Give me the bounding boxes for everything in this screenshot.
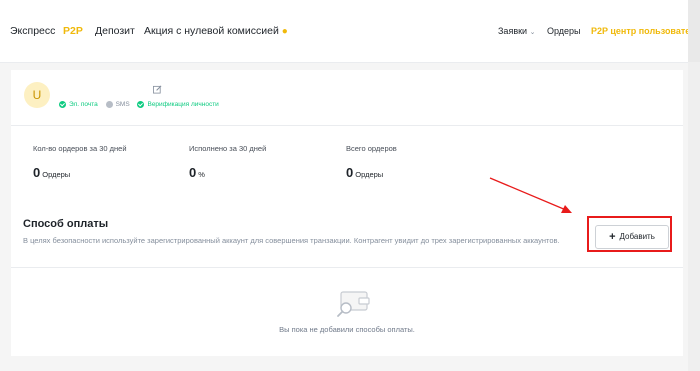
check-icon [137, 101, 145, 108]
page-scrollbar[interactable] [688, 62, 700, 371]
avatar[interactable]: U [24, 82, 50, 108]
stat-unit: Ордеры [42, 170, 71, 179]
nav-zero-fee-label: Акция с нулевой комиссией [144, 25, 279, 37]
payment-divider [11, 267, 683, 268]
fire-icon: ● [281, 26, 288, 37]
stat-label: Всего ордеров [346, 144, 397, 153]
stat-total-orders: Всего ордеров 0 Ордеры [346, 144, 397, 182]
stat-value: 0 [346, 165, 354, 180]
top-navigation: Экспресс P2P Депозит Акция с нулевой ком… [0, 0, 700, 63]
sms-badge-label: SMS [115, 101, 130, 108]
identity-badge: Верификация личности [137, 100, 219, 109]
nav-express[interactable]: Экспресс [10, 24, 55, 38]
empty-state-text: Вы пока не добавили способы оплаты. [279, 325, 415, 334]
user-center-card: U Эл. почта SMS Верификация личности Кол… [11, 70, 683, 356]
stat-unit: % [198, 170, 205, 179]
nav-zero-fee-promo[interactable]: Акция с нулевой комиссией ● [144, 24, 288, 39]
stat-label: Исполнено за 30 дней [189, 144, 267, 153]
payment-methods-description: В целях безопасности используйте зарегис… [23, 236, 560, 245]
empty-wallet-icon [337, 291, 370, 317]
annotation-highlight-box [587, 216, 672, 252]
nav-orders[interactable]: Ордеры [547, 25, 581, 37]
info-icon [105, 101, 113, 108]
edit-icon[interactable] [153, 85, 162, 94]
stat-value: 0 [33, 165, 41, 180]
stat-unit: Ордеры [355, 170, 384, 179]
nav-p2p[interactable]: P2P [63, 24, 83, 38]
nav-orders-dropdown[interactable]: Заявки ⌄ [498, 25, 535, 39]
stat-orders-30d: Кол-во ордеров за 30 дней 0 Ордеры [33, 144, 127, 182]
nav-deposit[interactable]: Депозит [95, 24, 135, 38]
profile-divider [11, 125, 683, 126]
stat-completed-30d: Исполнено за 30 дней 0% [189, 144, 266, 182]
email-badge-label: Эл. почта [69, 101, 98, 108]
nav-requests-label: Заявки [498, 26, 528, 36]
top-scrollbar [688, 0, 700, 62]
nav-user-center[interactable]: P2P центр пользователя [591, 25, 700, 37]
check-icon [59, 101, 66, 108]
email-badge: Эл. почта [59, 100, 98, 109]
verification-badges: Эл. почта SMS Верификация личности [59, 100, 225, 111]
stat-value: 0 [189, 165, 197, 180]
identity-badge-label: Верификация личности [147, 101, 219, 108]
sms-badge: SMS [105, 100, 130, 109]
stat-label: Кол-во ордеров за 30 дней [33, 144, 127, 153]
chevron-down-icon: ⌄ [529, 29, 536, 36]
payment-methods-title: Способ оплаты [23, 218, 109, 230]
